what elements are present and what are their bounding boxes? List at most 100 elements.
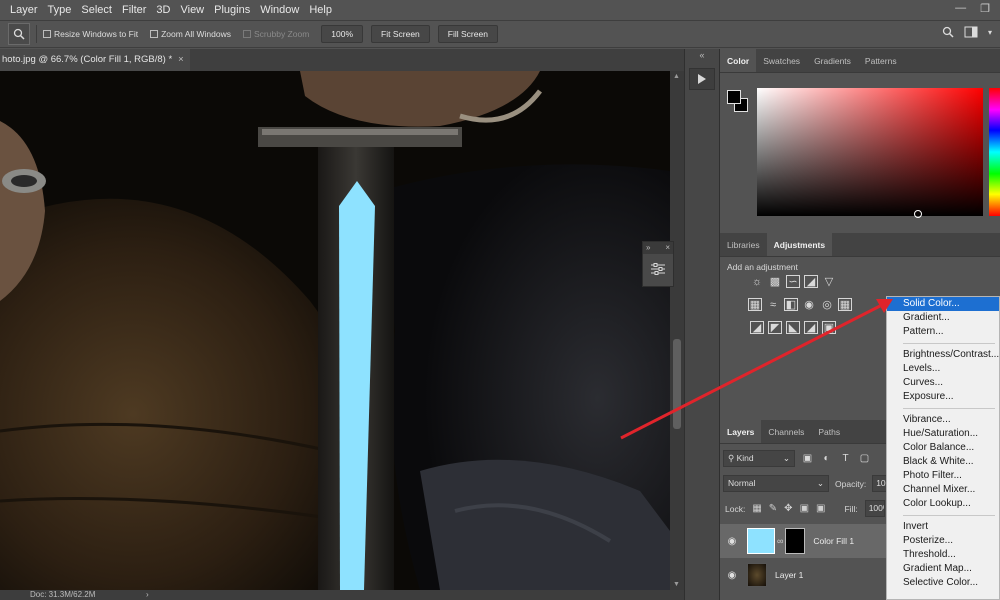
visibility-eye-icon[interactable]: ◉ <box>723 536 741 547</box>
menu-layer[interactable]: Layer <box>0 0 43 20</box>
menu-item-invert[interactable]: Invert <box>887 520 999 534</box>
menu-3d[interactable]: 3D <box>151 0 175 20</box>
close-tab-icon[interactable]: × <box>178 54 184 65</box>
menu-help[interactable]: Help <box>304 0 337 20</box>
image-filter-icon[interactable]: ▣ <box>801 453 814 464</box>
fill-screen-button[interactable]: Fill Screen <box>437 25 498 43</box>
selective-color-icon[interactable]: ◢ <box>804 321 818 334</box>
properties-sliders-icon[interactable] <box>650 262 666 276</box>
scrubby-zoom-checkbox[interactable]: Scrubby Zoom <box>243 29 309 39</box>
menu-plugins[interactable]: Plugins <box>209 0 255 20</box>
vibrance-icon[interactable]: ▦ <box>748 298 762 311</box>
menu-item-posterize[interactable]: Posterize... <box>887 534 999 548</box>
channel-mixer-icon[interactable]: ◎ <box>820 298 834 311</box>
tab-swatches[interactable]: Swatches <box>756 49 807 72</box>
layer-kind-filter[interactable]: ⚲ Kind ⌄ <box>723 450 795 467</box>
color-lookup-icon[interactable]: ▦ <box>838 298 852 311</box>
menu-item-hue-saturation[interactable]: Hue/Saturation... <box>887 427 999 441</box>
document-canvas[interactable] <box>0 71 670 590</box>
tab-gradients[interactable]: Gradients <box>807 49 858 72</box>
color-spectrum-field[interactable] <box>757 88 983 218</box>
menu-view[interactable]: View <box>175 0 209 20</box>
exposure-icon[interactable]: ◢ <box>804 275 818 288</box>
curves-icon[interactable]: ∽ <box>786 275 800 288</box>
scroll-up-icon[interactable]: ▲ <box>673 73 680 80</box>
scroll-down-icon[interactable]: ▼ <box>673 581 680 588</box>
zoom-all-windows-checkbox[interactable]: Zoom All Windows <box>150 29 231 39</box>
menu-item-solid-color[interactable]: Solid Color... <box>887 297 999 311</box>
workspace-icon[interactable] <box>964 26 978 38</box>
tab-libraries[interactable]: Libraries <box>720 233 767 256</box>
status-arrow-icon[interactable]: › <box>146 590 149 600</box>
expand-icon[interactable]: » <box>646 243 650 253</box>
fill-input[interactable]: 100% <box>864 500 885 517</box>
zoom-tool-button[interactable] <box>8 23 30 45</box>
adjustment-filter-icon[interactable]: ◐ <box>820 453 833 464</box>
vertical-scrollbar[interactable]: ▲ ▼ <box>670 71 684 590</box>
zoom-100-button[interactable]: 100% <box>321 25 364 43</box>
link-icon[interactable]: ∞ <box>777 536 783 546</box>
hue-slider[interactable] <box>989 88 1000 216</box>
lock-artboard-icon[interactable]: ▣ <box>800 503 809 514</box>
layer-name[interactable]: Layer 1 <box>775 570 803 580</box>
shape-filter-icon[interactable]: ▢ <box>858 453 871 464</box>
search-icon[interactable] <box>942 26 954 38</box>
actions-panel-button[interactable] <box>689 68 715 90</box>
color-picker-ring[interactable] <box>914 210 922 218</box>
menu-item-levels[interactable]: Levels... <box>887 362 999 376</box>
tab-patterns[interactable]: Patterns <box>858 49 904 72</box>
brightness-contrast-icon[interactable]: ☼ <box>750 275 764 288</box>
menu-item-color-balance[interactable]: Color Balance... <box>887 441 999 455</box>
menu-item-exposure[interactable]: Exposure... <box>887 390 999 404</box>
foreground-color-swatch[interactable] <box>727 90 741 104</box>
lock-transparency-icon[interactable]: ▦ <box>752 503 761 514</box>
tab-paths[interactable]: Paths <box>811 420 847 443</box>
menu-item-black-white[interactable]: Black & White... <box>887 455 999 469</box>
type-filter-icon[interactable]: T <box>839 453 852 464</box>
menu-item-threshold[interactable]: Threshold... <box>887 548 999 562</box>
tab-color[interactable]: Color <box>720 49 757 72</box>
menu-item-selective-color[interactable]: Selective Color... <box>887 576 999 590</box>
lock-all-icon[interactable]: ▣ <box>816 503 825 514</box>
collapse-arrows-icon[interactable]: « <box>685 50 719 60</box>
lock-paint-icon[interactable]: ✎ <box>769 503 777 514</box>
scrollbar-thumb[interactable] <box>673 339 681 429</box>
close-icon[interactable]: × <box>665 243 670 253</box>
menu-item-curves[interactable]: Curves... <box>887 376 999 390</box>
menu-item-pattern[interactable]: Pattern... <box>887 325 999 339</box>
foreground-background-swatches[interactable] <box>727 90 751 114</box>
layer-thumbnail[interactable] <box>747 563 767 587</box>
tab-layers[interactable]: Layers <box>720 420 762 443</box>
tab-channels[interactable]: Channels <box>761 420 811 443</box>
blend-mode-select[interactable]: Normal ⌄ <box>723 475 829 492</box>
chevron-down-icon[interactable]: ▾ <box>988 28 992 37</box>
document-tab[interactable]: hoto.jpg @ 66.7% (Color Fill 1, RGB/8) *… <box>0 49 190 71</box>
menu-item-photo-filter[interactable]: Photo Filter... <box>887 469 999 483</box>
menu-item-vibrance[interactable]: Vibrance... <box>887 413 999 427</box>
minimize-icon[interactable]: — <box>955 2 966 15</box>
layer-name[interactable]: Color Fill 1 <box>813 536 854 546</box>
menu-select[interactable]: Select <box>76 0 117 20</box>
layer-mask-thumbnail[interactable] <box>785 528 806 554</box>
color-balance-icon[interactable]: ◧ <box>784 298 798 311</box>
fit-screen-button[interactable]: Fit Screen <box>371 25 430 43</box>
menu-window[interactable]: Window <box>255 0 304 20</box>
menu-filter[interactable]: Filter <box>117 0 151 20</box>
visibility-eye-icon[interactable]: ◉ <box>723 570 741 581</box>
invert-icon[interactable]: ◢ <box>750 321 764 334</box>
black-white-icon[interactable]: ▣ <box>822 321 836 334</box>
levels-icon[interactable]: ▩ <box>768 275 782 288</box>
menu-item-gradient-map[interactable]: Gradient Map... <box>887 562 999 576</box>
posterize-icon[interactable]: ◤ <box>768 321 782 334</box>
hue-saturation-icon[interactable]: ≈ <box>766 298 780 311</box>
lock-position-icon[interactable]: ✥ <box>784 503 792 514</box>
menu-type[interactable]: Type <box>43 0 77 20</box>
color-fill-thumbnail[interactable] <box>747 528 775 554</box>
photo-filter-icon[interactable]: ◉ <box>802 298 816 311</box>
tab-adjustments[interactable]: Adjustments <box>766 233 833 256</box>
resize-windows-checkbox[interactable]: Resize Windows to Fit <box>43 29 138 39</box>
gradient-map-icon[interactable]: ▽ <box>822 275 836 288</box>
restore-icon[interactable]: ❐ <box>980 2 990 15</box>
menu-item-color-lookup[interactable]: Color Lookup... <box>887 497 999 511</box>
menu-item-channel-mixer[interactable]: Channel Mixer... <box>887 483 999 497</box>
